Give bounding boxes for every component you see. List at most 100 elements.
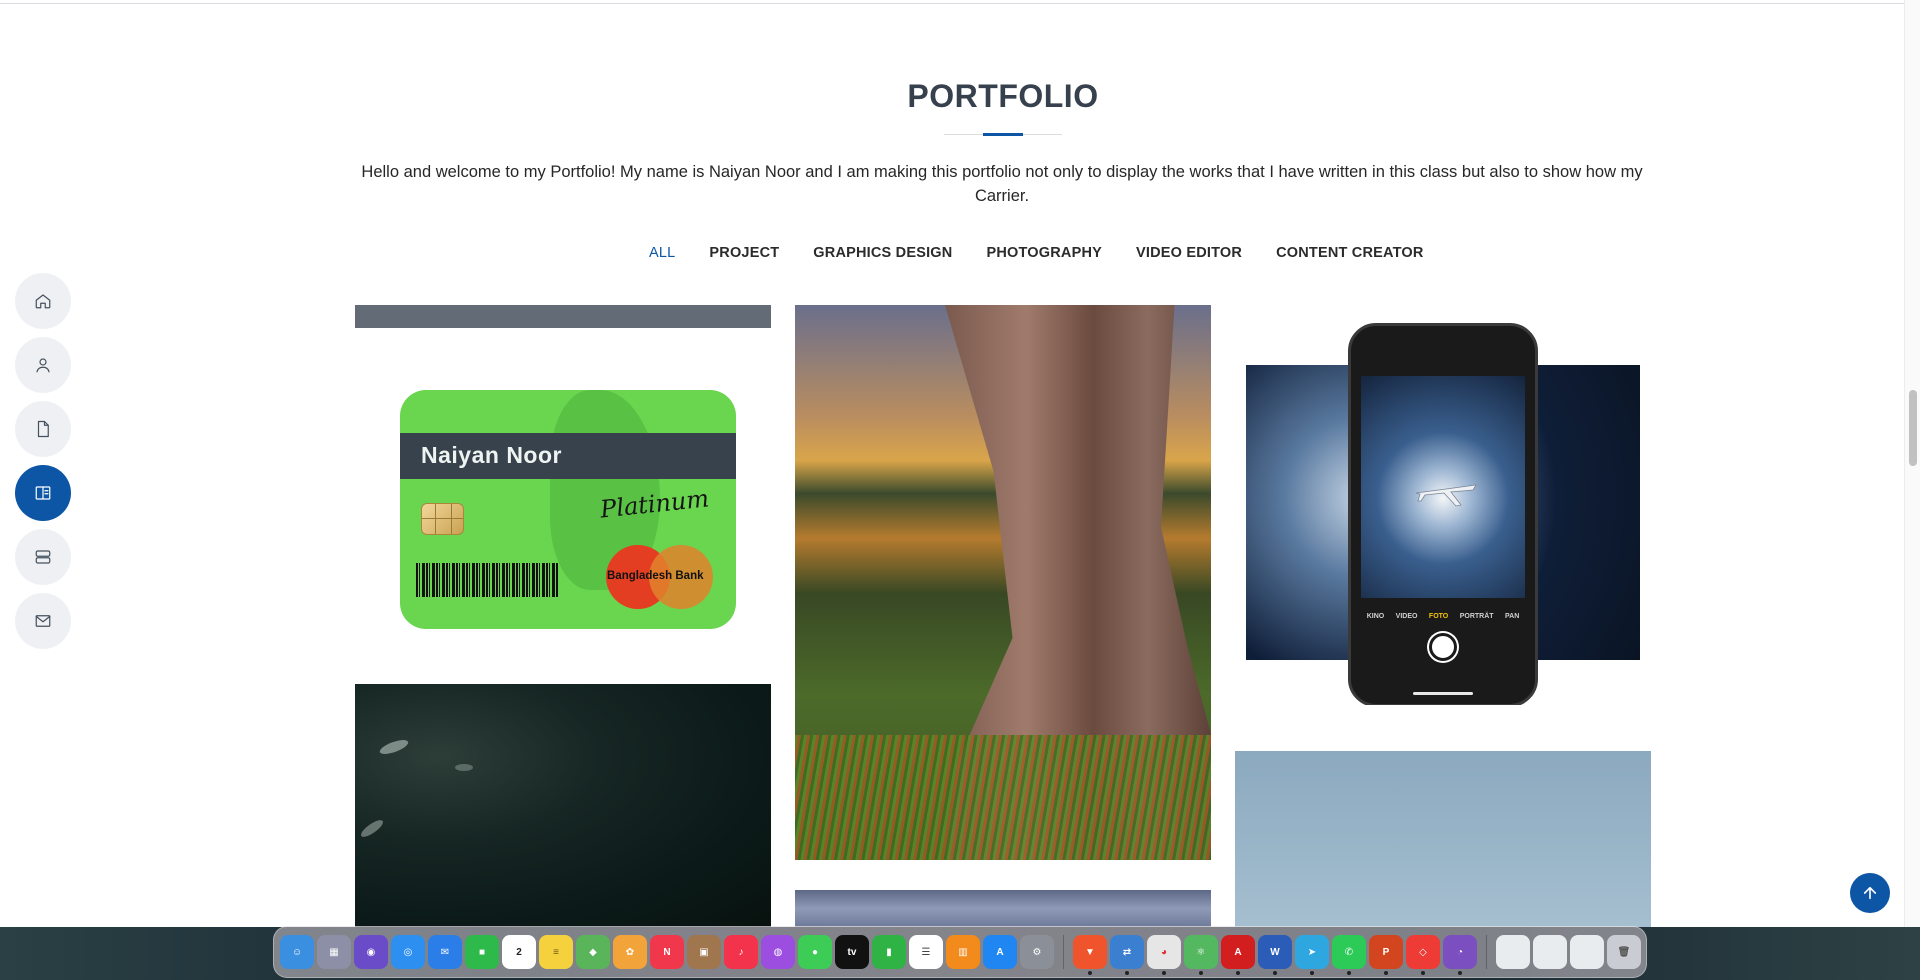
dock-word-icon[interactable]: W [1258, 935, 1292, 975]
browser-viewport: PORTFOLIO Hello and welcome to my Portfo… [0, 0, 1920, 927]
dock-calendar-icon[interactable]: 2 [502, 935, 536, 969]
dock-telegram-icon[interactable]: ➤ [1295, 935, 1329, 975]
side-navigation [15, 273, 71, 649]
dock-app-store-icon[interactable]: A [983, 935, 1017, 969]
card-bank-text: Bangladesh Bank [607, 570, 704, 582]
dock-reminders-icon[interactable]: ☰ [909, 935, 943, 969]
dock-brave-icon[interactable]: ▼ [1073, 935, 1107, 975]
filter-project[interactable]: PROJECT [692, 245, 796, 261]
camera-mode-active: FOTO [1428, 613, 1449, 620]
running-indicator [1088, 971, 1092, 975]
camera-mode: VIDEO [1395, 613, 1418, 620]
mail-icon [35, 615, 51, 627]
nav-portfolio-button[interactable] [15, 465, 71, 521]
section-intro: Hello and welcome to my Portfolio! My na… [361, 163, 1643, 205]
dock-acrobat-icon[interactable]: A [1221, 935, 1255, 975]
title-accent-bar [983, 133, 1023, 136]
dock-powerpoint-icon[interactable]: P [1369, 935, 1403, 975]
running-indicator [1458, 971, 1462, 975]
user-icon [36, 358, 50, 373]
dock-separator [1063, 935, 1064, 969]
section-title: PORTFOLIO [907, 78, 1099, 114]
shutter-button-icon [1429, 633, 1457, 661]
nav-resume-button[interactable] [15, 401, 71, 457]
dock-github-icon[interactable]: ◔ [1443, 935, 1477, 975]
document-icon [37, 420, 49, 438]
filter-all[interactable]: ALL [632, 245, 692, 261]
dock-books-icon[interactable]: ▥ [946, 935, 980, 969]
dock-chrome-icon[interactable]: ◕ [1147, 935, 1181, 975]
portfolio-item-tree-photo[interactable] [795, 305, 1211, 860]
nav-about-button[interactable] [15, 337, 71, 393]
arrow-up-icon [1863, 886, 1877, 900]
leaf-highlight [378, 737, 410, 757]
running-indicator [1421, 971, 1425, 975]
nav-home-button[interactable] [15, 273, 71, 329]
filter-content-creator[interactable]: CONTENT CREATOR [1259, 245, 1440, 261]
dock-archive-icon[interactable]: ▣ [687, 935, 721, 969]
dock-music-icon[interactable]: ♪ [724, 935, 758, 969]
portfolio-item-sky-photo[interactable] [1235, 751, 1651, 927]
macos-dock: ☺ ▦ ◉ ◎ ✉ ■ 2 ≡ ◆ ✿ N ▣ ♪ ◍ ● tv ▮ ☰ ▥ A ⚙ ▼ ⇄ ◕ ⚛ A W ➤ ✆ P ◇ ◔ 🗑 [273, 926, 1647, 978]
portfolio-item-card-design[interactable]: Naiyan Noor Platinum Bangladesh Bank [355, 305, 771, 665]
running-indicator [1236, 971, 1240, 975]
back-to-top-button[interactable] [1850, 873, 1890, 913]
dock-atom-icon[interactable]: ⚛ [1184, 935, 1218, 975]
scrollbar-thumb[interactable] [1909, 390, 1917, 466]
dock-launchpad-icon[interactable]: ▦ [317, 935, 351, 969]
running-indicator [1347, 971, 1351, 975]
dock-maps-icon[interactable]: ◆ [576, 935, 610, 969]
dock-news-icon[interactable]: N [650, 935, 684, 969]
server-icon [35, 550, 51, 564]
running-indicator [1273, 971, 1277, 975]
dock-migration-icon[interactable]: ⇄ [1110, 935, 1144, 975]
leaf-highlight [358, 817, 386, 840]
portfolio-item-partial-photo[interactable] [795, 890, 1211, 927]
dock-photos-icon[interactable]: ✿ [613, 935, 647, 969]
camera-modes: KINO VIDEO FOTO PORTRÄT PAN [1361, 613, 1525, 620]
running-indicator [1125, 971, 1129, 975]
dock-siri-icon[interactable]: ◉ [354, 935, 388, 969]
dock-facetime-icon[interactable]: ■ [465, 935, 499, 969]
filter-graphics-design[interactable]: GRAPHICS DESIGN [796, 245, 969, 261]
camera-mode: PORTRÄT [1459, 613, 1494, 620]
barcode [416, 563, 559, 597]
portfolio-item-phone-mockup[interactable]: KINO VIDEO FOTO PORTRÄT PAN [1235, 305, 1651, 705]
filter-video-editor[interactable]: VIDEO EDITOR [1119, 245, 1259, 261]
dock-safari-icon[interactable]: ◎ [391, 935, 425, 969]
dock-numbers-icon[interactable]: ▮ [872, 935, 906, 969]
running-indicator [1384, 971, 1388, 975]
dock-anydesk-icon[interactable]: ◇ [1406, 935, 1440, 975]
airplane-icon [1415, 484, 1477, 507]
dock-trash-icon[interactable]: 🗑 [1607, 935, 1641, 969]
header-divider [0, 3, 1904, 4]
running-indicator [1162, 971, 1166, 975]
home-icon [35, 294, 51, 309]
filter-photography[interactable]: PHOTOGRAPHY [969, 245, 1119, 261]
page-scrollbar[interactable] [1904, 0, 1920, 927]
dock-window-2-icon[interactable] [1533, 935, 1567, 969]
nav-contact-button[interactable] [15, 593, 71, 649]
dock-settings-icon[interactable]: ⚙ [1020, 935, 1054, 969]
dock-window-3-icon[interactable] [1570, 935, 1604, 969]
dock-window-1-icon[interactable] [1496, 935, 1530, 969]
nav-services-button[interactable] [15, 529, 71, 585]
camera-mode: PAN [1505, 613, 1520, 620]
running-indicator [1199, 971, 1203, 975]
dock-podcasts-icon[interactable]: ◍ [761, 935, 795, 969]
dock-notes-icon[interactable]: ≡ [539, 935, 573, 969]
home-indicator [1413, 692, 1473, 695]
card-graphic: Naiyan Noor Platinum Bangladesh Bank [400, 390, 736, 629]
chip-icon [421, 503, 464, 535]
dock-whatsapp-icon[interactable]: ✆ [1332, 935, 1366, 975]
phone-screen [1361, 376, 1525, 598]
phone-frame: KINO VIDEO FOTO PORTRÄT PAN [1348, 323, 1538, 705]
dock-finder-icon[interactable]: ☺ [280, 935, 314, 969]
portfolio-icon [35, 486, 51, 500]
camera-mode: KINO [1366, 613, 1385, 620]
dock-messages-icon[interactable]: ● [798, 935, 832, 969]
portfolio-filters: ALL PROJECT GRAPHICS DESIGN PHOTOGRAPHY … [0, 245, 1904, 261]
portfolio-item-plant-photo[interactable] [355, 684, 771, 927]
dock-mail-icon[interactable]: ✉ [428, 935, 462, 969]
dock-tv-icon[interactable]: tv [835, 935, 869, 969]
